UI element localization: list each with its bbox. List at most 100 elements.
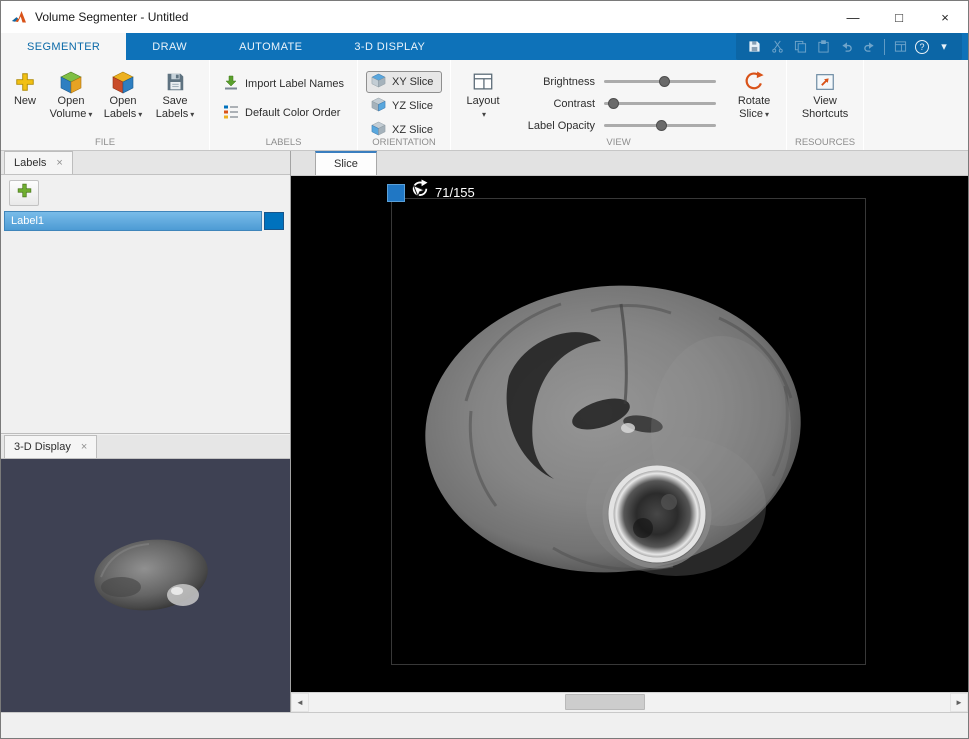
label-color-swatch[interactable] [264,212,284,230]
mri-slice-image [291,176,968,692]
open-labels-label-1: Open [110,95,137,108]
section-resources: View Shortcuts RESOURCES [787,60,863,150]
chevron-down-icon[interactable]: ▾ [936,39,952,55]
close-icon[interactable]: × [81,442,87,452]
section-view: Layout ▾ Brightness Contrast [451,60,786,150]
close-button[interactable]: × [922,1,968,33]
scrollbar-track[interactable] [309,693,950,712]
open-labels-button[interactable]: Open Labels▾ [97,65,149,121]
xz-slice-label: XZ Slice [392,124,433,136]
open-volume-cube-icon [59,68,83,95]
brightness-label: Brightness [517,76,595,88]
default-color-order-button[interactable]: Default Color Order [218,102,349,124]
view-shortcuts-icon [814,68,836,95]
display-3d-tab-label: 3-D Display [14,441,71,453]
window-title: Volume Segmenter - Untitled [35,10,188,24]
window-controls: — □ × [830,1,968,33]
dropdown-arrow-icon: ▾ [482,108,486,121]
section-labels: Import Label Names Default Color Order L… [210,60,357,150]
copy-icon[interactable] [792,39,808,55]
display-3d-panel-tabs: 3-D Display × [1,435,290,459]
xy-slice-label: XY Slice [392,76,433,88]
xy-slice-toggle[interactable]: XY Slice [366,71,442,93]
yz-slice-label: YZ Slice [392,100,433,112]
volume-segmenter-window: Volume Segmenter - Untitled — □ × SEGMEN… [0,0,969,739]
contrast-slider[interactable] [604,97,716,110]
matlab-logo-icon [11,9,27,25]
tab-segmenter[interactable]: SEGMENTER [1,33,126,60]
tab-labels[interactable]: Labels × [4,151,73,174]
rotate-slice-button[interactable]: Rotate Slice▾ [730,65,778,121]
label-opacity-label: Label Opacity [517,120,595,132]
save-labels-label-1: Save [162,95,187,108]
section-caption-resources: RESOURCES [787,137,863,148]
import-label-names-button[interactable]: Import Label Names [218,73,349,95]
add-label-button[interactable] [9,180,39,206]
labels-toolbar [1,175,290,211]
volume-3d-viewport[interactable] [1,459,290,712]
scroll-left-button[interactable]: ◄ [291,693,309,712]
layout-grid-icon [472,68,494,95]
tab-3d-display[interactable]: 3-D DISPLAY [328,33,451,60]
brightness-slider[interactable] [604,75,716,88]
label-list-item[interactable]: Label1 [4,211,284,231]
undo-icon[interactable] [838,39,854,55]
section-divider [863,60,864,150]
default-color-order-icon [223,104,239,123]
section-caption-labels: LABELS [210,137,357,148]
labels-panel-tabs: Labels × [1,151,290,175]
ribbon-tab-bar: SEGMENTER DRAW AUTOMATE 3-D DISPLAY [1,33,968,60]
label-item-name[interactable]: Label1 [4,211,262,231]
scroll-right-button[interactable]: ► [950,693,968,712]
slice-number: 71/155 [435,185,475,200]
tab-3d-display-panel[interactable]: 3-D Display × [4,435,97,458]
view-sliders: Brightness Contrast Label Opacity [517,65,716,132]
main-panel: Slice 71/155 [291,151,968,712]
slider-thumb[interactable] [608,98,619,109]
tab-draw[interactable]: DRAW [126,33,213,60]
layout-button[interactable]: Layout ▾ [459,65,507,121]
open-labels-cube-icon [111,68,135,95]
cut-icon[interactable] [769,39,785,55]
minimize-button[interactable]: — [830,1,876,33]
main-panel-tabs: Slice [291,151,968,176]
redo-icon[interactable] [861,39,877,55]
section-caption-file: FILE [1,137,209,148]
slider-track[interactable] [604,102,716,105]
slice-viewport[interactable]: 71/155 [291,176,968,692]
open-volume-label-2: Volume▾ [50,108,93,121]
close-icon[interactable]: × [56,158,62,168]
label-opacity-slider[interactable] [604,119,716,132]
left-panel: Labels × Label1 3-D Display × [1,151,291,712]
scrollbar-thumb[interactable] [565,694,645,710]
new-button[interactable]: New [5,65,45,108]
view-shortcuts-label-2: Shortcuts [802,108,848,121]
new-plus-icon [14,68,36,95]
title-bar: Volume Segmenter - Untitled — □ × [1,1,968,33]
tab-automate[interactable]: AUTOMATE [213,33,328,60]
save-icon[interactable] [746,39,762,55]
toolstrip: New Open Volume▾ Open Labels▾ S [1,60,968,151]
save-labels-label-2: Labels▾ [156,108,194,121]
quick-access-toolbar: ? ▾ [736,33,962,60]
default-color-order-label: Default Color Order [245,107,340,119]
yz-slice-toggle[interactable]: YZ Slice [366,95,442,117]
slider-thumb[interactable] [656,120,667,131]
view-shortcuts-button[interactable]: View Shortcuts [795,65,855,121]
maximize-button[interactable]: □ [876,1,922,33]
layout-label: Layout [467,95,500,108]
paste-icon[interactable] [815,39,831,55]
layout-windows-icon[interactable] [892,39,908,55]
labels-panel: Labels × Label1 [1,151,290,434]
dropdown-arrow-icon: ▾ [88,110,92,119]
slider-thumb[interactable] [659,76,670,87]
horizontal-scrollbar[interactable]: ◄ ► [291,692,968,712]
toolbar-separator [884,39,885,55]
save-labels-button[interactable]: Save Labels▾ [149,65,201,121]
status-bar [1,712,968,738]
help-icon[interactable]: ? [915,40,929,54]
section-orientation: XY Slice YZ Slice XZ Slice ORIENTATION [358,60,450,150]
yz-slice-cube-icon [371,97,386,115]
open-volume-button[interactable]: Open Volume▾ [45,65,97,121]
tab-slice[interactable]: Slice [315,151,377,175]
